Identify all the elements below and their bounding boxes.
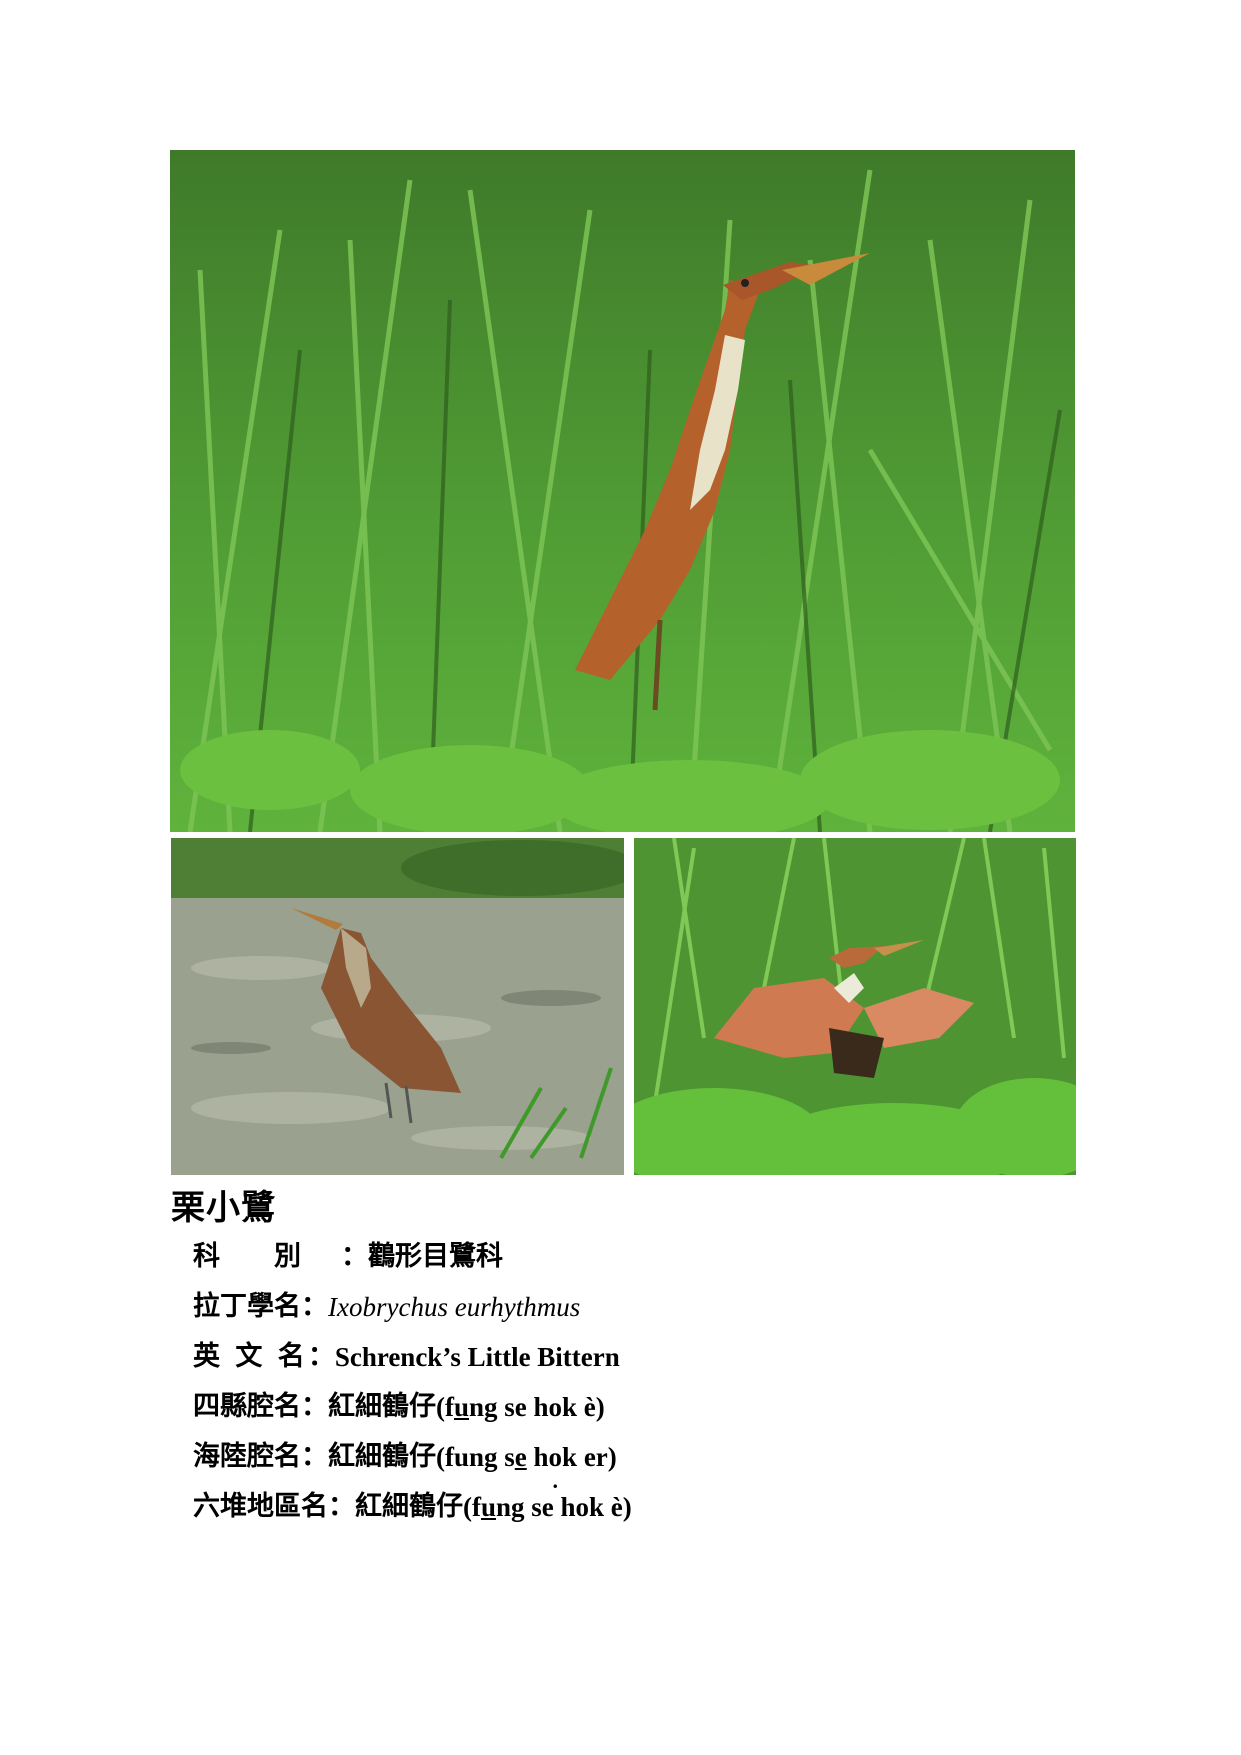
liudui-value-cjk: 紅細鶴仔	[355, 1491, 463, 1522]
info-row-english: 英 文 名 ： Schrenck’s Little Bittern	[193, 1332, 632, 1382]
info-row-hailu: 海陸腔名 ： 紅細鶴仔 (fung se hok er)	[193, 1432, 632, 1482]
latin-value: Ixobrychus eurhythmus	[328, 1292, 581, 1322]
species-info: 科 別 ： 鸛形目鷺科 拉丁學名 ： Ixobrychus eurhythmus…	[193, 1232, 632, 1532]
hailu-value-roman: (fung se hok er)	[436, 1432, 617, 1482]
info-row-sixian: 四縣腔名 ： 紅細鶴仔 (fung se hok è)	[193, 1382, 632, 1432]
info-row-latin: 拉丁學名 ： Ixobrychus eurhythmus	[193, 1282, 632, 1332]
bittern-photo-water	[171, 838, 624, 1175]
species-name: 栗小鷺	[171, 1188, 276, 1228]
bittern-photo-main	[170, 150, 1075, 832]
liudui-label: 六堆地區名	[193, 1491, 328, 1522]
sixian-label: 四縣腔名	[193, 1391, 301, 1422]
family-label: 科 別	[193, 1241, 301, 1272]
family-value: 鸛形目鷺科	[368, 1241, 503, 1272]
english-value: Schrenck’s Little Bittern	[334, 1342, 620, 1372]
sixian-value-roman: (fung se hok è)	[436, 1392, 605, 1422]
hailu-value-cjk: 紅細鶴仔	[328, 1441, 436, 1472]
latin-label: 拉丁學名	[193, 1291, 301, 1322]
bittern-photo-wings	[634, 838, 1076, 1175]
hailu-label: 海陸腔名	[193, 1441, 301, 1472]
english-label: 英 文 名	[193, 1341, 308, 1372]
liudui-value-roman: (fung se hok è)	[463, 1492, 632, 1522]
sixian-value-cjk: 紅細鶴仔	[328, 1391, 436, 1422]
info-row-liudui: 六堆地區名 ： 紅細鶴仔 (fung se hok è)	[193, 1482, 632, 1532]
info-row-family: 科 別 ： 鸛形目鷺科	[193, 1232, 632, 1282]
